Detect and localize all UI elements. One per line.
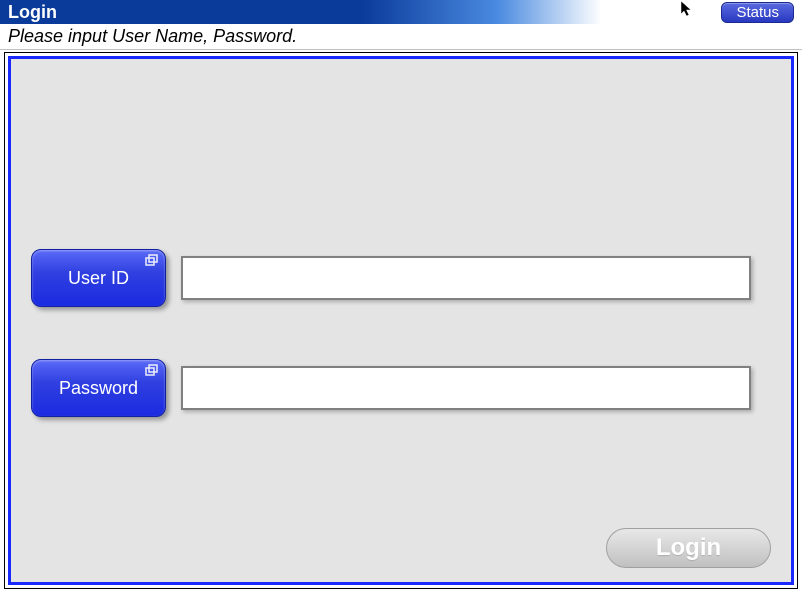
instruction-text: Please input User Name, Password. bbox=[0, 24, 802, 50]
user-id-row: User ID bbox=[31, 249, 751, 307]
login-button[interactable]: Login bbox=[606, 528, 771, 568]
login-panel: User ID Password bbox=[8, 56, 794, 585]
outer-frame: User ID Password bbox=[4, 52, 798, 589]
status-button[interactable]: Status bbox=[721, 2, 794, 23]
user-id-button-label: User ID bbox=[68, 268, 129, 289]
title-bar: Login Status bbox=[0, 0, 802, 24]
window-icon bbox=[145, 364, 159, 378]
login-button-label: Login bbox=[656, 534, 721, 562]
password-button[interactable]: Password bbox=[31, 359, 166, 417]
password-button-label: Password bbox=[59, 378, 138, 399]
user-id-input[interactable] bbox=[181, 256, 751, 300]
window-title: Login bbox=[8, 2, 57, 23]
window-icon bbox=[145, 254, 159, 268]
password-input[interactable] bbox=[181, 366, 751, 410]
password-row: Password bbox=[31, 359, 751, 417]
user-id-button[interactable]: User ID bbox=[31, 249, 166, 307]
